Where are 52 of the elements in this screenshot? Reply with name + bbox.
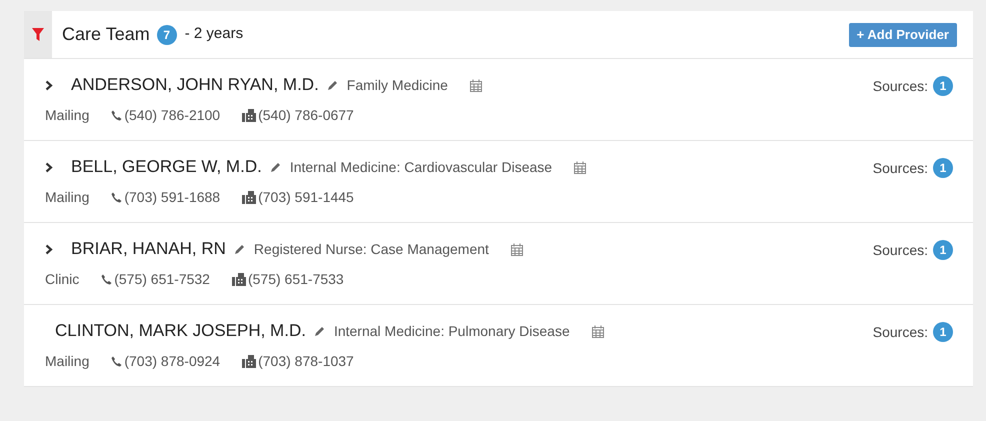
provider-name: BELL, GEORGE W, M.D. [71, 156, 262, 178]
specialty-label: Registered Nurse: Case Management [254, 240, 489, 259]
address-type: Mailing [45, 188, 90, 207]
phone-icon [111, 110, 122, 121]
pencil-icon[interactable] [270, 161, 282, 173]
fax-icon [242, 355, 256, 368]
address-type: Clinic [45, 270, 80, 289]
fax-icon [242, 109, 256, 122]
specialty-label: Family Medicine [346, 76, 448, 95]
phone-number: (540) 786-2100 [124, 106, 220, 125]
phone-icon [111, 192, 122, 203]
pencil-icon[interactable] [314, 325, 326, 337]
sources-label: Sources: [872, 77, 928, 96]
fax-icon [242, 191, 256, 204]
provider-name: CLINTON, MARK JOSEPH, M.D. [55, 320, 306, 342]
fax-icon [232, 273, 246, 286]
calendar-icon[interactable] [574, 160, 586, 174]
period-label: - 2 years [184, 24, 244, 44]
provider-name: ANDERSON, JOHN RYAN, M.D. [71, 74, 319, 96]
sources-badge[interactable]: 1 [933, 322, 953, 342]
sources-badge[interactable]: 1 [933, 240, 953, 260]
calendar-icon[interactable] [592, 324, 604, 338]
filter-icon[interactable] [32, 28, 44, 41]
fax-number: (540) 786-0677 [258, 106, 354, 125]
phone-number: (575) 651-7532 [114, 270, 210, 289]
address-type: Mailing [45, 352, 90, 371]
fax-number: (703) 591-1445 [258, 188, 354, 207]
count-badge: 7 [156, 24, 177, 44]
calendar-icon[interactable] [470, 78, 482, 92]
sources-badge[interactable]: 1 [933, 76, 953, 96]
pencil-icon[interactable] [326, 79, 339, 91]
calendar-icon[interactable] [510, 242, 523, 256]
phone-number: (703) 591-1688 [124, 188, 220, 207]
sources-label: Sources: [872, 323, 928, 342]
sources-label: Sources: [872, 241, 928, 260]
phone-icon [101, 274, 112, 285]
specialty-label: Internal Medicine: Cardiovascular Disease [290, 158, 552, 176]
phone-icon [111, 356, 122, 367]
add-provider-button[interactable]: + Add Provider [848, 22, 957, 46]
phone-number: (703) 878-0924 [124, 352, 220, 371]
fax-number: (575) 651-7533 [248, 270, 344, 289]
chevron-icon[interactable] [45, 162, 53, 172]
fax-number: (703) 878-1037 [258, 352, 354, 371]
provider-name: BRIAR, HANAH, RN [71, 238, 226, 260]
address-type: Mailing [45, 106, 90, 125]
specialty-label: Internal Medicine: Pulmonary Disease [334, 322, 570, 341]
chevron-icon[interactable] [45, 244, 53, 254]
pencil-icon[interactable] [234, 243, 246, 255]
panel-title: Care Team [62, 23, 150, 46]
chevron-icon[interactable] [45, 80, 53, 90]
sources-badge[interactable]: 1 [933, 158, 953, 178]
sources-label: Sources: [872, 159, 928, 178]
